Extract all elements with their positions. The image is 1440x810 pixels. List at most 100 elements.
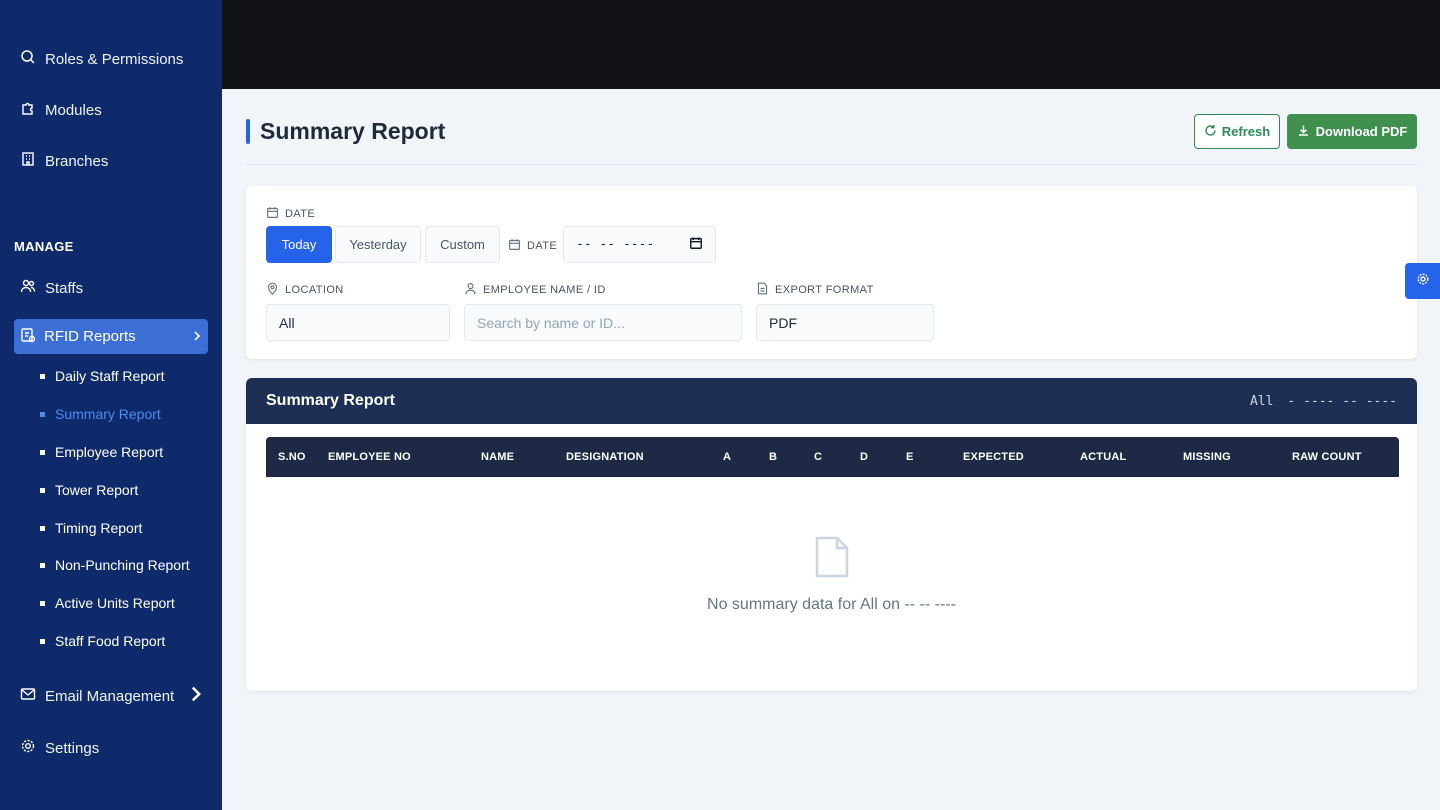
location-label-text: LOCATION <box>285 284 344 296</box>
bullet-icon <box>40 600 45 606</box>
user-icon <box>464 282 477 298</box>
sidebar-subitem-label: Tower Report <box>55 482 139 498</box>
location-filter-label: LOCATION <box>266 282 344 298</box>
report-title: Summary Report <box>266 392 395 409</box>
bullet-icon <box>40 638 45 644</box>
sidebar-subitem-employee-report[interactable]: Employee Report <box>40 444 163 460</box>
sidebar-subitem-label: Non-Punching Report <box>55 557 190 573</box>
sidebar-subitem-label: Active Units Report <box>55 595 175 611</box>
sidebar-item-label: Staffs <box>45 279 84 297</box>
date-label-text: DATE <box>285 208 316 220</box>
export-format-label: EXPORT FORMAT <box>756 282 874 298</box>
column-header: EXPECTED <box>963 451 1024 463</box>
bullet-icon <box>40 487 45 493</box>
gear-icon <box>1416 272 1430 291</box>
calendar-icon <box>508 238 521 254</box>
employee-filter-label: EMPLOYEE NAME / ID <box>464 282 606 298</box>
puzzle-icon <box>20 100 36 120</box>
gear-icon <box>20 738 36 758</box>
settings-float-button[interactable] <box>1405 263 1440 299</box>
page-title: Summary Report <box>260 118 446 144</box>
sidebar-item-email-management[interactable]: Email Management <box>20 686 204 706</box>
sidebar-subitem-timing-report[interactable]: Timing Report <box>40 520 142 536</box>
employee-label-text: EMPLOYEE NAME / ID <box>483 284 606 296</box>
sidebar-subitem-summary-report[interactable]: Summary Report <box>40 406 161 422</box>
bullet-icon <box>40 525 45 531</box>
export-format-select[interactable]: PDF <box>756 304 934 341</box>
date-option-custom[interactable]: Custom <box>425 226 500 263</box>
sidebar-subitem-tower-report[interactable]: Tower Report <box>40 482 138 498</box>
column-header: B <box>769 451 778 463</box>
date-input-label-text: DATE <box>527 240 558 252</box>
report-meta-location: All <box>1249 394 1274 409</box>
sidebar-subitem-staff-food-report[interactable]: Staff Food Report <box>40 633 165 649</box>
sidebar-item-staffs[interactable]: Staffs <box>20 278 83 298</box>
sidebar-item-label: Email Management <box>45 687 175 705</box>
employee-search-input[interactable]: Search by name or ID... <box>464 304 742 341</box>
sidebar-subitem-label: Employee Report <box>55 444 164 460</box>
export-label-text: EXPORT FORMAT <box>775 284 874 296</box>
sidebar-item-label: Modules <box>45 101 102 119</box>
sidebar-item-modules[interactable]: Modules <box>20 100 102 120</box>
empty-state-message: No summary data for All on -- -- ---- <box>707 596 956 613</box>
sidebar-subitem-label: Staff Food Report <box>55 633 166 649</box>
column-header: E <box>906 451 914 463</box>
refresh-button-label: Refresh <box>1221 124 1271 139</box>
column-header: DESIGNATION <box>566 451 644 463</box>
map-pin-icon <box>266 282 279 298</box>
sidebar-subitem-daily-staff-report[interactable]: Daily Staff Report <box>40 368 164 384</box>
header-divider <box>246 164 1417 165</box>
sidebar-subitem-active-units-report[interactable]: Active Units Report <box>40 595 175 611</box>
column-header: S.NO <box>278 451 306 463</box>
chevron-right-icon <box>192 328 202 345</box>
calendar-picker-icon[interactable] <box>689 236 703 254</box>
sidebar-item-label: Roles & Permissions <box>45 50 184 68</box>
report-icon <box>20 327 36 347</box>
sidebar-item-roles-permissions[interactable]: Roles & Permissions <box>20 49 183 69</box>
table-header: S.NO EMPLOYEE NO NAME DESIGNATION A B C … <box>266 437 1399 477</box>
location-select[interactable]: All <box>266 304 450 341</box>
bullet-icon <box>40 373 45 379</box>
building-icon <box>20 151 36 171</box>
report-card: Summary Report All - ---- -- ---- S.NO E… <box>246 378 1417 691</box>
sidebar-item-branches[interactable]: Branches <box>20 151 108 171</box>
download-button-label: Download PDF <box>1315 124 1408 139</box>
download-icon <box>1297 124 1310 140</box>
section-label-manage: MANAGE <box>14 239 74 254</box>
bullet-icon <box>40 449 45 455</box>
chevron-right-icon <box>188 686 204 706</box>
report-header: Summary Report All - ---- -- ---- <box>246 378 1417 424</box>
users-icon <box>20 278 36 298</box>
title-accent-bar <box>246 119 250 144</box>
column-header: MISSING <box>1183 451 1231 463</box>
column-header: A <box>723 451 732 463</box>
key-icon <box>20 49 36 69</box>
report-meta: All - ---- -- ---- <box>1250 394 1397 409</box>
sidebar-subitem-label: Timing Report <box>55 520 143 536</box>
column-header: EMPLOYEE NO <box>328 451 411 463</box>
sidebar-subitem-label: Summary Report <box>55 406 161 422</box>
download-pdf-button[interactable]: Download PDF <box>1287 114 1417 149</box>
sidebar-item-label: Settings <box>45 739 100 757</box>
file-icon <box>756 282 769 298</box>
column-header: NAME <box>481 451 515 463</box>
date-input-value: -- -- ---- <box>576 237 655 252</box>
sidebar-subitem-non-punching-report[interactable]: Non-Punching Report <box>40 557 190 573</box>
sidebar-item-rfid-reports[interactable]: RFID Reports <box>14 319 208 354</box>
column-header: D <box>860 451 869 463</box>
calendar-icon <box>266 206 279 222</box>
refresh-button[interactable]: Refresh <box>1194 114 1280 149</box>
column-header: ACTUAL <box>1080 451 1127 463</box>
sidebar-item-label: RFID Reports <box>44 328 136 345</box>
date-option-yesterday[interactable]: Yesterday <box>335 226 421 263</box>
bullet-icon <box>40 562 45 568</box>
sidebar-subitem-label: Daily Staff Report <box>55 368 165 384</box>
sidebar-item-settings[interactable]: Settings <box>20 738 99 758</box>
empty-document-icon <box>814 535 850 584</box>
sidebar: Roles & Permissions Modules Branches MAN… <box>0 0 222 810</box>
date-input[interactable]: -- -- ---- <box>563 226 716 263</box>
date-input-label: DATE <box>508 238 557 254</box>
column-header: RAW COUNT <box>1292 451 1362 463</box>
top-bar <box>222 0 1440 89</box>
date-option-today[interactable]: Today <box>266 226 332 263</box>
